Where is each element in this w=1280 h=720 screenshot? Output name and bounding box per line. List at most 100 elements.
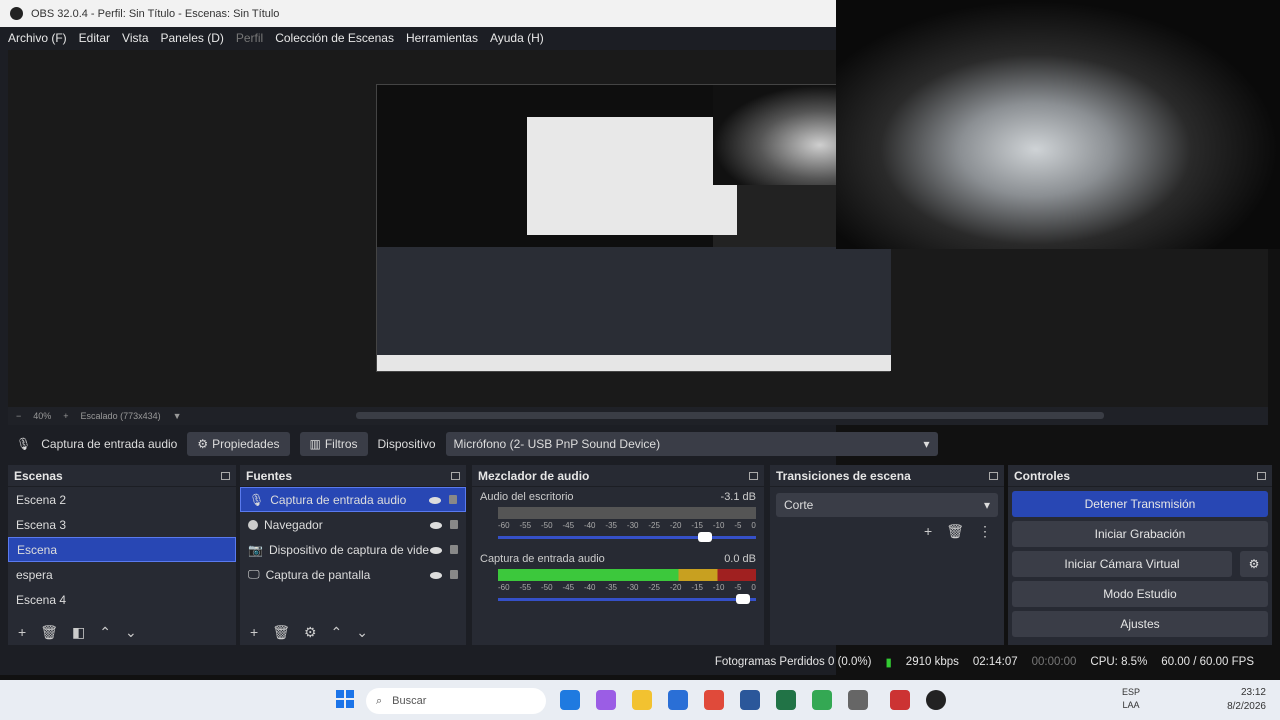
move-up-icon[interactable]: ⌃ bbox=[99, 624, 111, 641]
device-value: Micrófono (2- USB PnP Sound Device) bbox=[453, 437, 661, 451]
gear-icon: ⚙ bbox=[197, 437, 209, 451]
chevron-down-icon: ▾ bbox=[983, 498, 990, 512]
eye-icon[interactable] bbox=[430, 571, 442, 579]
source-item[interactable]: 📷 Dispositivo de captura de vide bbox=[240, 537, 466, 562]
gear-icon[interactable]: ⚙ bbox=[1240, 551, 1268, 577]
popout-icon[interactable] bbox=[451, 471, 460, 480]
trash-icon[interactable]: 🗑 bbox=[40, 624, 58, 641]
lock-icon[interactable] bbox=[449, 494, 457, 504]
preview-scrollbar[interactable] bbox=[356, 412, 1104, 419]
settings-button[interactable]: Ajustes bbox=[1012, 611, 1268, 637]
channel-name: Captura de entrada audio bbox=[480, 553, 605, 565]
stop-stream-button[interactable]: Detener Transmisión bbox=[1012, 491, 1268, 517]
add-icon[interactable]: + bbox=[924, 523, 932, 540]
more-icon[interactable]: ⋮ bbox=[978, 523, 992, 540]
language-indicator[interactable]: ESP LAA bbox=[1122, 686, 1140, 712]
scene-item[interactable]: Escena 4 bbox=[8, 587, 236, 612]
source-item-selected[interactable]: 🎙 Captura de entrada audio bbox=[240, 487, 466, 512]
menu-archivo[interactable]: Archivo (F) bbox=[8, 31, 67, 45]
level-meter bbox=[498, 507, 756, 519]
controls-title: Controles bbox=[1014, 468, 1071, 483]
menu-editar[interactable]: Editar bbox=[79, 31, 110, 45]
popout-icon[interactable] bbox=[989, 471, 998, 480]
move-down-icon[interactable]: ⌄ bbox=[125, 624, 137, 641]
settings-app-icon[interactable] bbox=[848, 690, 868, 710]
chrome-icon[interactable] bbox=[812, 690, 832, 710]
menu-coleccion[interactable]: Colección de Escenas bbox=[275, 31, 394, 45]
sources-dock: Fuentes 🎙 Captura de entrada audio Navega… bbox=[240, 465, 466, 645]
gear-icon[interactable]: ⚙ bbox=[304, 624, 317, 641]
channel-db: 0.0 dB bbox=[724, 553, 756, 565]
zoom-scale: Escalado (773x434) bbox=[80, 411, 161, 421]
device-select[interactable]: Micrófono (2- USB PnP Sound Device) ▾ bbox=[445, 432, 938, 456]
filters-button[interactable]: ▥ Filtros bbox=[299, 432, 368, 456]
zoom-out-icon[interactable]: − bbox=[16, 411, 21, 421]
lock-icon[interactable] bbox=[450, 569, 458, 579]
zoom-in-icon[interactable]: + bbox=[63, 411, 68, 421]
add-icon[interactable]: + bbox=[250, 624, 258, 640]
scene-item-selected[interactable]: Escena bbox=[8, 537, 236, 562]
device-label: Dispositivo bbox=[377, 437, 436, 451]
scene-item[interactable]: Escena 3 bbox=[8, 512, 236, 537]
obs-app-icon[interactable] bbox=[926, 690, 946, 710]
audio-mixer-dock: Mezclador de audio Audio del escritorio -… bbox=[472, 465, 764, 645]
taskbar-search[interactable]: ⌕ Buscar bbox=[366, 688, 546, 714]
popout-icon[interactable] bbox=[221, 471, 230, 480]
eye-icon[interactable] bbox=[429, 496, 441, 504]
chrome-icon[interactable] bbox=[890, 690, 910, 710]
nested-obs-docks bbox=[377, 247, 891, 357]
menu-herramientas[interactable]: Herramientas bbox=[406, 31, 478, 45]
windows-start-icon[interactable] bbox=[336, 690, 354, 708]
volume-slider[interactable] bbox=[498, 532, 756, 542]
menu-ayuda[interactable]: Ayuda (H) bbox=[490, 31, 544, 45]
volume-knob[interactable] bbox=[736, 594, 750, 604]
eye-icon[interactable] bbox=[430, 521, 442, 529]
word-icon[interactable] bbox=[740, 690, 760, 710]
start-virtual-cam-button[interactable]: Iniciar Cámara Virtual bbox=[1012, 551, 1232, 577]
chrome-icon[interactable] bbox=[704, 690, 724, 710]
mail-icon[interactable] bbox=[668, 690, 688, 710]
lock-icon[interactable] bbox=[450, 519, 458, 529]
studio-mode-button[interactable]: Modo Estudio bbox=[1012, 581, 1268, 607]
transition-value: Corte bbox=[784, 498, 814, 512]
volume-knob[interactable] bbox=[698, 532, 712, 542]
transition-select[interactable]: Corte ▾ bbox=[776, 493, 998, 517]
move-down-icon[interactable]: ⌄ bbox=[356, 624, 368, 641]
obs-logo-icon bbox=[10, 7, 23, 20]
move-up-icon[interactable]: ⌃ bbox=[331, 624, 343, 641]
copilot-icon[interactable] bbox=[596, 690, 616, 710]
transitions-title: Transiciones de escena bbox=[776, 468, 911, 483]
lock-icon[interactable] bbox=[450, 544, 458, 554]
filters-icon[interactable]: ◧ bbox=[72, 624, 85, 641]
bitrate: 2910 kbps bbox=[905, 656, 959, 668]
popout-icon[interactable] bbox=[749, 471, 758, 480]
menu-perfil[interactable]: Perfil bbox=[236, 31, 263, 45]
volume-slider[interactable] bbox=[498, 594, 756, 604]
zoom-dropdown-icon[interactable]: ▼ bbox=[173, 411, 182, 421]
trash-icon[interactable]: 🗑 bbox=[946, 523, 964, 540]
search-icon: ⌕ bbox=[376, 694, 383, 707]
menu-vista[interactable]: Vista bbox=[122, 31, 148, 45]
clock[interactable]: 23:12 8/2/2026 bbox=[1227, 686, 1266, 714]
mic-icon: 🎙 bbox=[16, 437, 32, 451]
source-item[interactable]: Navegador bbox=[240, 512, 466, 537]
menu-paneles[interactable]: Paneles (D) bbox=[161, 31, 224, 45]
meter-scale: -60 -55 -50 -45 -40 -35 -30 -25 -20 -15 -10 -5 0 bbox=[498, 583, 756, 592]
channel-name: Audio del escritorio bbox=[480, 491, 574, 503]
properties-button[interactable]: ⚙ Propiedades bbox=[187, 432, 290, 456]
scene-item[interactable]: espera bbox=[8, 562, 236, 587]
eye-icon[interactable] bbox=[430, 546, 442, 554]
scene-item[interactable]: Escena 2 bbox=[8, 487, 236, 512]
window-title: OBS 32.0.4 - Perfil: Sin Título - Escena… bbox=[31, 7, 280, 20]
selected-source-name: Captura de entrada audio bbox=[41, 437, 178, 451]
edge-icon[interactable] bbox=[560, 690, 580, 710]
menu-bar: Archivo (F) Editar Vista Paneles (D) Per… bbox=[8, 27, 544, 49]
chevron-down-icon: ▾ bbox=[923, 437, 930, 451]
folder-icon[interactable] bbox=[632, 690, 652, 710]
start-recording-button[interactable]: Iniciar Grabación bbox=[1012, 521, 1268, 547]
trash-icon[interactable]: 🗑 bbox=[272, 624, 290, 641]
add-icon[interactable]: + bbox=[18, 624, 26, 640]
excel-icon[interactable] bbox=[776, 690, 796, 710]
popout-icon[interactable] bbox=[1257, 471, 1266, 480]
source-item[interactable]: 🖵 Captura de pantalla bbox=[240, 562, 466, 587]
